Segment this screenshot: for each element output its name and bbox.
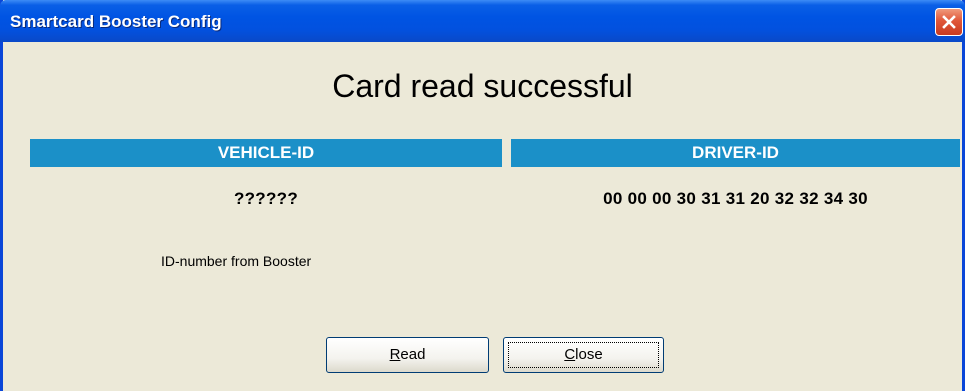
close-button[interactable]: Close [503,337,664,373]
window-title: Smartcard Booster Config [10,12,222,31]
status-headline: Card read successful [332,68,633,104]
vehicle-id-value: ?????? [233,189,299,208]
focus-rectangle [508,342,659,368]
read-button[interactable]: Read [326,337,489,373]
driver-id-header: DRIVER-ID [511,139,960,167]
driver-id-value: 00 00 00 30 31 31 20 32 32 34 30 [603,189,868,208]
config-dialog: Smartcard Booster Config Card read succe… [0,0,965,391]
read-label-rest: ead [400,346,426,363]
window-close-button[interactable] [935,8,963,36]
title-bar[interactable]: Smartcard Booster Config [0,0,965,42]
read-accelerator: R [389,346,401,363]
booster-id-label: ID-number from Booster [161,253,312,269]
vehicle-id-header: VEHICLE-ID [30,139,502,167]
